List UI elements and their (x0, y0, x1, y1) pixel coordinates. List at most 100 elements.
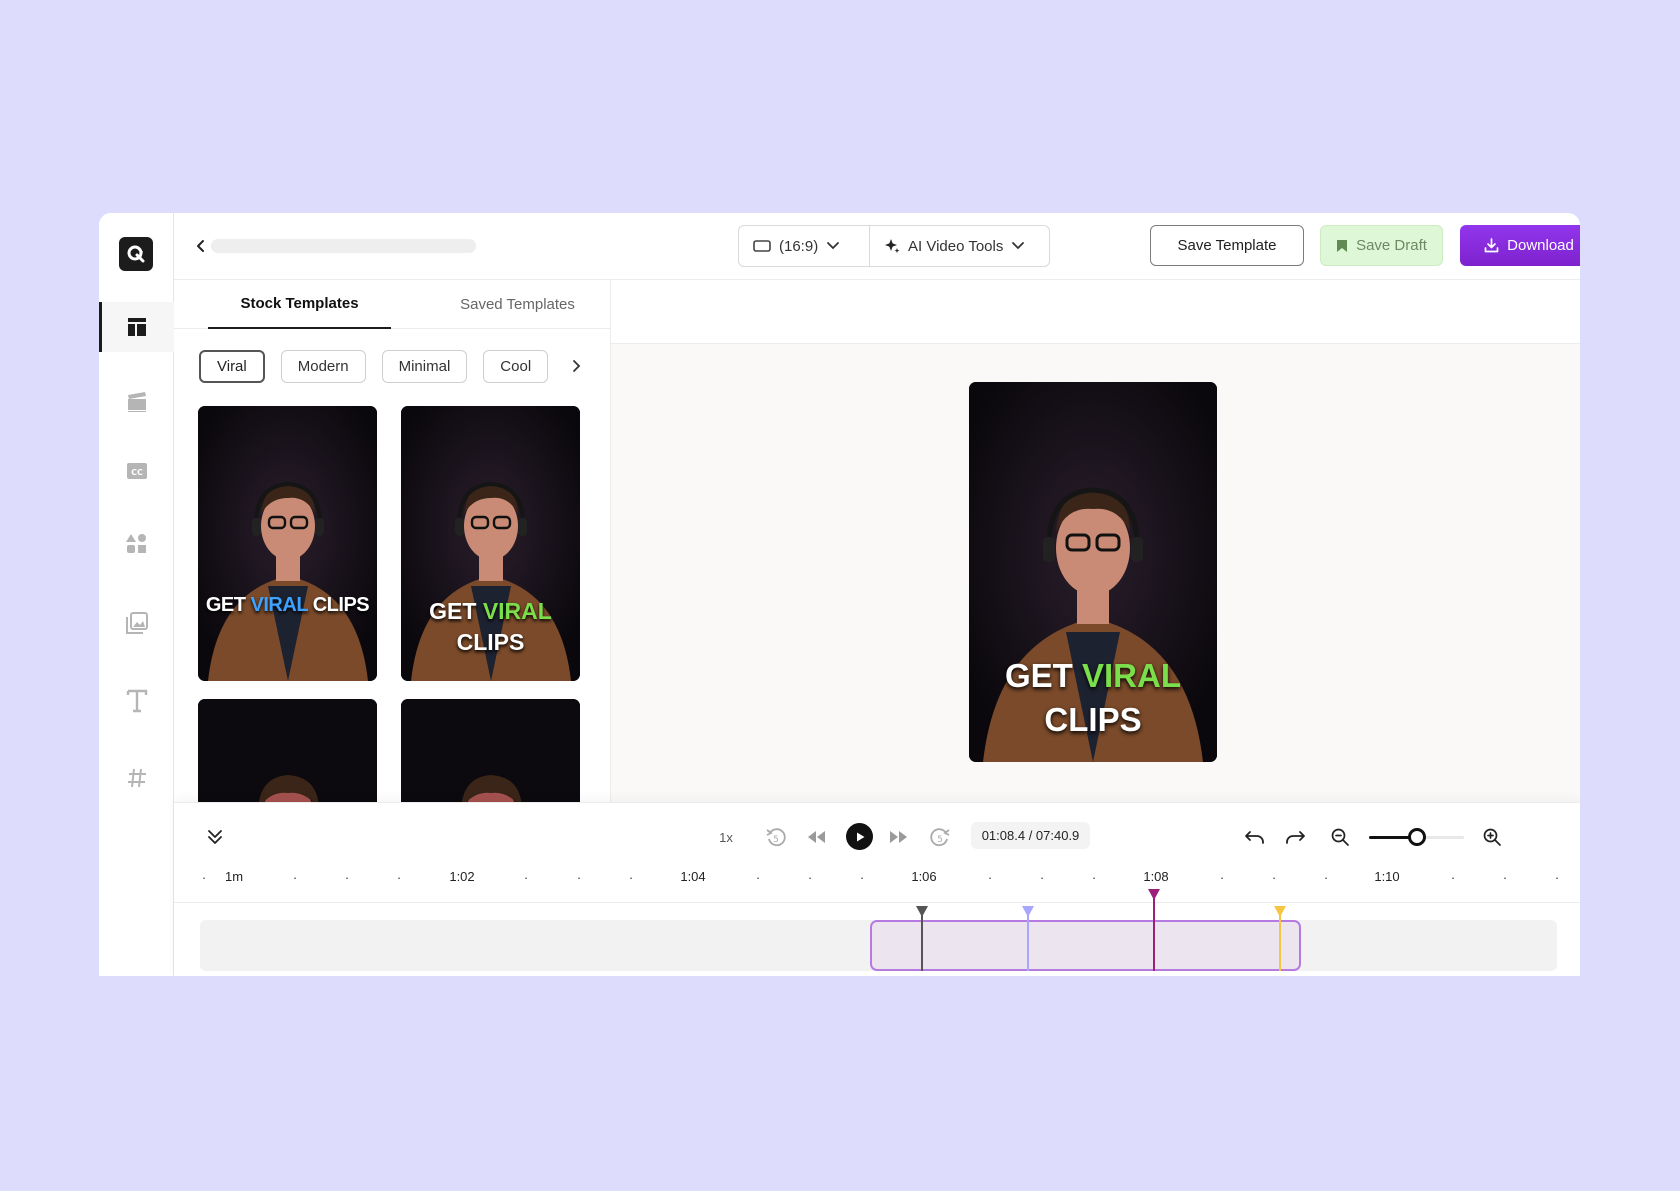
chip-modern[interactable]: Modern (280, 350, 366, 383)
ruler-dot: . (293, 867, 297, 882)
left-rail: CC (99, 213, 174, 976)
marker-lavender[interactable] (1027, 910, 1029, 971)
ai-video-tools-dropdown[interactable]: AI Video Tools (869, 226, 1039, 266)
ruler-dot: . (1324, 867, 1328, 882)
rail-captions[interactable]: CC (99, 446, 174, 496)
caption-line: CLIPS (1044, 701, 1142, 738)
clip-selection[interactable] (870, 920, 1301, 971)
chevron-down-icon (827, 242, 840, 250)
rewind-5-icon: 5 (766, 828, 786, 847)
ruler-dot: . (808, 867, 812, 882)
save-draft-button[interactable]: Save Draft (1320, 225, 1443, 266)
marker-lavender-handle[interactable] (1022, 906, 1034, 917)
template-card[interactable] (401, 699, 580, 802)
tab-stock-templates[interactable]: Stock Templates (208, 280, 391, 329)
redo-icon (1286, 831, 1305, 844)
collapse-timeline-button[interactable] (203, 825, 227, 849)
save-draft-label: Save Draft (1356, 237, 1427, 254)
ruler-dot: . (629, 867, 633, 882)
redo-button[interactable] (1283, 824, 1309, 850)
marker-dark-handle[interactable] (916, 906, 928, 917)
svg-text:5: 5 (937, 835, 943, 845)
layout-icon (127, 318, 146, 336)
play-button[interactable] (846, 823, 873, 850)
templates-panel: Stock Templates Saved Templates Viral Mo… (174, 280, 611, 802)
ruler-dot: . (756, 867, 760, 882)
timecode-display: 01:08.4 / 07:40.9 (971, 822, 1090, 849)
template-thumbnail (401, 699, 580, 802)
zoom-slider[interactable] (1369, 828, 1464, 846)
skip-back-button[interactable] (803, 824, 829, 850)
marker-yellow-handle[interactable] (1274, 906, 1286, 917)
video-preview[interactable]: GET VIRAL CLIPS (969, 382, 1217, 762)
download-label: Download (1507, 237, 1574, 254)
template-thumbnail (198, 699, 377, 802)
tab-saved-templates[interactable]: Saved Templates (426, 280, 609, 329)
caption-line: GET VIRAL (401, 596, 580, 627)
caption-accent-word: VIRAL (482, 598, 552, 624)
template-card[interactable] (198, 699, 377, 802)
playhead[interactable] (1153, 893, 1155, 971)
marker-yellow[interactable] (1279, 910, 1281, 971)
forward-5-button[interactable]: 5 (927, 824, 953, 850)
playhead-handle[interactable] (1148, 889, 1160, 900)
video-preview-area: GET VIRAL CLIPS (611, 280, 1580, 802)
rail-templates[interactable] (99, 302, 174, 352)
rewind-5-button[interactable]: 5 (763, 824, 789, 850)
rail-media[interactable] (99, 376, 174, 426)
rail-elements[interactable] (99, 518, 174, 568)
caption-word: GET (205, 594, 246, 616)
ai-video-tools-label: AI Video Tools (908, 237, 1004, 255)
zoom-out-icon (1331, 828, 1349, 846)
rail-text[interactable] (99, 676, 174, 726)
ruler-dot: . (1451, 867, 1455, 882)
category-chips: Viral Modern Minimal Cool (199, 350, 549, 383)
template-caption: GET VIRAL CLIPS (401, 596, 580, 658)
chevron-right-icon (573, 360, 581, 372)
toolbar-group: (16:9) AI Video Tools (738, 225, 1050, 267)
zoom-out-button[interactable] (1327, 824, 1353, 850)
template-card[interactable]: GET VIRAL CLIPS (198, 406, 377, 681)
zoom-in-button[interactable] (1479, 824, 1505, 850)
chevron-down-icon (1012, 242, 1025, 250)
caption-line: GET VIRAL (969, 654, 1217, 698)
ruler-dot: . (202, 867, 206, 882)
chip-viral[interactable]: Viral (199, 350, 265, 383)
chip-cool[interactable]: Cool (483, 350, 549, 383)
caption-word: GET (1004, 657, 1073, 694)
ruler-dot: . (860, 867, 864, 882)
ruler-dot: . (1503, 867, 1507, 882)
double-chevron-down-icon (208, 830, 222, 844)
screen-icon (753, 240, 771, 252)
rail-images[interactable] (99, 598, 174, 648)
skip-forward-icon (890, 831, 907, 843)
skip-back-icon (808, 831, 825, 843)
ruler-dot: . (345, 867, 349, 882)
clapperboard-icon (127, 392, 146, 412)
ruler-label: 1:06 (911, 869, 937, 884)
ruler-label: 1:04 (680, 869, 706, 884)
zoom-slider-handle[interactable] (1407, 828, 1426, 846)
ruler-dot: . (988, 867, 992, 882)
chip-minimal[interactable]: Minimal (381, 350, 468, 383)
ruler-dot: . (1220, 867, 1224, 882)
undo-button[interactable] (1241, 824, 1267, 850)
skip-forward-button[interactable] (886, 824, 912, 850)
ruler-dot: . (1040, 867, 1044, 882)
template-tabs: Stock Templates Saved Templates (174, 280, 610, 329)
gallery-icon (125, 612, 148, 634)
save-template-button[interactable]: Save Template (1150, 225, 1304, 266)
app-window: CC (16:9) AI Video Tools Save Template S… (99, 213, 1580, 976)
caption-word: GET (429, 598, 477, 624)
aspect-ratio-dropdown[interactable]: (16:9) (739, 226, 869, 266)
playback-speed-button[interactable]: 1x (714, 825, 738, 849)
download-button[interactable]: Download (1460, 225, 1580, 266)
save-template-label: Save Template (1177, 237, 1277, 254)
template-card[interactable]: GET VIRAL CLIPS (401, 406, 580, 681)
marker-dark[interactable] (921, 910, 923, 971)
app-logo[interactable] (119, 237, 153, 271)
hashtag-icon (127, 768, 146, 788)
rail-hashtags[interactable] (99, 753, 174, 803)
caption-accent-word: VIRAL (250, 594, 309, 616)
chips-next-button[interactable] (566, 356, 586, 376)
